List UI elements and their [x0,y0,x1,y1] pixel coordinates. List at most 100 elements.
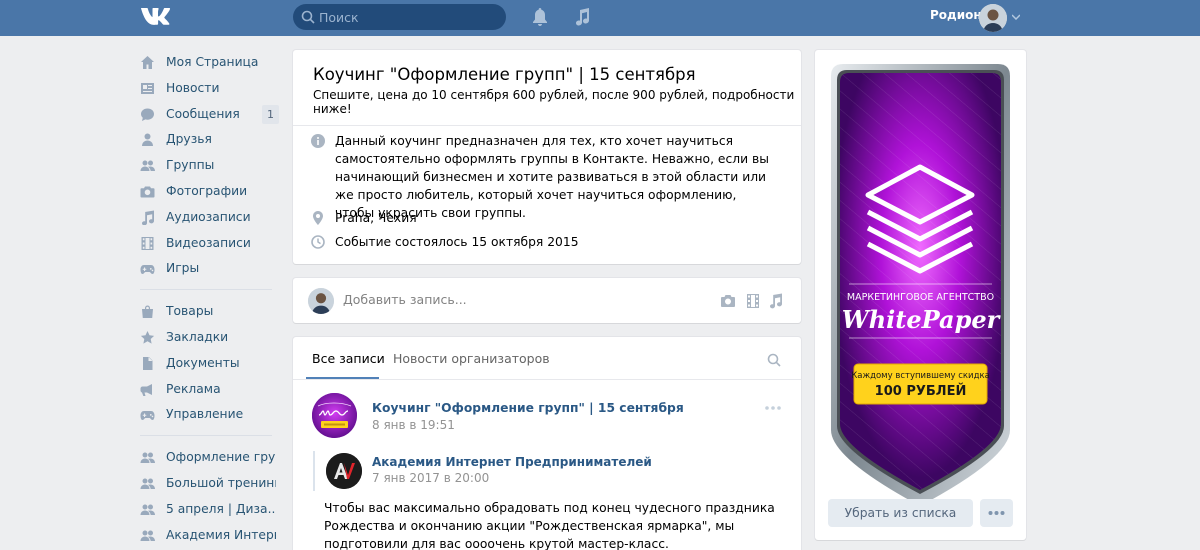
sidebar-item-label: Игры [166,261,200,276]
composer-avatar [308,288,334,314]
banner-promo-line2: 100 РУБЛЕЙ [875,383,967,399]
post-author-avatar[interactable] [312,393,357,438]
sidebar-item[interactable]: Фотографии [136,179,280,205]
info-icon [311,134,325,148]
groups-icon [140,530,155,541]
more-actions-button[interactable] [980,499,1013,527]
tab-all-posts[interactable]: Все записи [312,351,385,366]
gamepad-icon [140,411,155,421]
sidebar-item[interactable]: Игры [136,256,280,282]
more-options-icon[interactable] [764,405,782,411]
camera-icon[interactable] [720,293,736,309]
banner-brand-text: WhitePaper [842,305,1002,334]
sidebar-item-label: Фотографии [166,183,248,198]
sidebar-item-label: Моя Страница [166,55,259,69]
search-icon[interactable] [767,353,781,367]
event-status-text: Спешите, цена до 10 сентября 600 рублей,… [313,88,795,116]
sidebar-item-label: Аудиозаписи [166,209,251,224]
video-icon[interactable] [745,293,761,309]
menu-separator [140,435,272,437]
document-icon [143,356,153,370]
composer-input[interactable]: Добавить запись... [343,292,467,307]
wall-card: Все записи Новости организаторов Коучинг… [293,337,801,550]
sidebar-item-label: Друзья [166,132,212,147]
bell-icon[interactable] [531,7,549,27]
banner-promo-line1: Каждому вступившему скидка [851,371,990,381]
music-icon[interactable] [574,7,592,27]
news-icon [141,82,154,94]
user-name[interactable]: Родион [930,8,982,22]
clock-icon [311,235,325,249]
avatar-image [979,4,1007,32]
event-banner-image[interactable]: МАРКЕТИНГОВОЕ АГЕНТСТВО WhitePaper Каждо… [827,62,1014,510]
repost-author-link[interactable]: Академия Интернет Предпринимателей [372,455,652,469]
groups-icon [140,160,155,172]
event-location[interactable]: Praha, Чехия [335,209,775,227]
sidebar-item[interactable]: Видеозаписи [136,231,280,257]
post-author-link[interactable]: Коучинг "Оформление групп" | 15 сентября [372,401,684,415]
sidebar-item[interactable]: Академия Интерн... [136,523,280,549]
sidebar-item[interactable]: Моя Страница [136,50,280,76]
tab-organizer-news[interactable]: Новости организаторов [393,351,550,366]
repost-date[interactable]: 7 янв 2017 в 20:00 [372,471,489,485]
chevron-down-icon[interactable] [1012,14,1020,20]
whitepaper-logo-icon [312,393,357,438]
search-box[interactable] [293,4,506,30]
star-icon [140,330,155,344]
sidebar-item-label: Управление [166,407,244,422]
home-icon [141,56,154,69]
user-avatar[interactable] [979,4,1007,32]
right-column-card: МАРКЕТИНГОВОЕ АГЕНТСТВО WhitePaper Каждо… [815,50,1026,540]
repost-bar [313,451,315,491]
search-icon [301,10,315,24]
sidebar-item-label: Товары [166,304,214,319]
sidebar-item-label: Академия Интерн... [166,527,276,542]
friend-icon [142,133,153,147]
sidebar-item[interactable]: Друзья [136,127,280,153]
sidebar-item[interactable]: Закладки [136,325,280,351]
sidebar-item[interactable]: Товары [136,299,280,325]
sidebar-item[interactable]: Реклама [136,377,280,403]
megaphone-icon [140,383,152,396]
sidebar-item-label: 5 апреля | Диза... [166,501,276,516]
sidebar-item[interactable]: Документы [136,351,280,377]
sidebar-item[interactable]: Большой тренинг... [136,471,280,497]
sidebar-item[interactable]: Сообщения 1 [136,102,280,128]
academy-logo-icon [326,453,362,489]
repost-author-avatar[interactable] [326,453,362,489]
sidebar-item[interactable]: Аудиозаписи [136,205,280,231]
divider [293,379,801,380]
messages-icon [141,108,154,121]
unread-count-badge: 1 [262,104,279,124]
left-menu: Моя Страница Новости Сообщения 1 Друзья Групп… [136,50,280,548]
search-input[interactable] [319,7,499,27]
music-icon [142,210,154,225]
sidebar-item-label: Закладки [166,329,229,344]
groups-icon [140,478,155,489]
sidebar-item[interactable]: 5 апреля | Диза... [136,497,280,523]
sidebar-item-label: Документы [166,355,240,370]
groups-icon [140,452,155,464]
music-icon[interactable] [768,293,784,309]
sidebar-item-label: Новости [166,80,220,95]
sidebar-item-label: Сообщения [166,106,240,121]
sidebar-item[interactable]: Группы [136,153,280,179]
sidebar-item[interactable]: Оформление груп... [136,445,280,471]
video-icon [141,236,154,250]
banner-agency-text: МАРКЕТИНГОВОЕ АГЕНТСТВО [847,292,994,303]
post-composer: Добавить запись... [293,278,801,323]
vk-logo-icon[interactable] [140,6,172,28]
sidebar-item[interactable]: Новости [136,76,280,102]
sidebar-item-label: Оформление груп... [166,450,276,465]
sidebar-item-label: Видеозаписи [166,235,251,250]
sidebar-item[interactable]: Управление [136,402,280,428]
camera-icon [140,186,155,198]
top-header: Родион [0,0,1200,36]
avatar-image [308,288,334,314]
sidebar-item-label: Реклама [166,381,221,396]
menu-separator [140,289,272,291]
post-text: Чтобы вас максимально обрадовать под кон… [324,501,775,550]
post-date[interactable]: 8 янв в 19:51 [372,418,455,432]
remove-from-list-button[interactable]: Убрать из списка [828,499,973,527]
bag-icon [142,305,153,319]
